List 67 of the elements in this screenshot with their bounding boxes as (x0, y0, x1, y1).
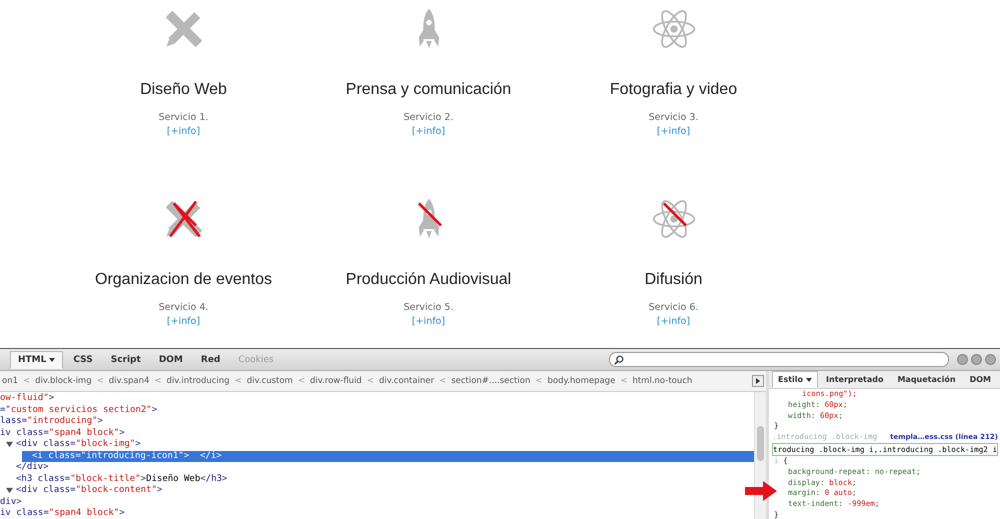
service-subtitle: Servicio 3. (648, 112, 698, 124)
panel-tab[interactable]: Maquetación (891, 371, 962, 388)
breadcrumb-item[interactable]: div.span4 (106, 376, 152, 386)
window-button[interactable] (957, 354, 968, 365)
breadcrumb-separator: < (438, 376, 448, 386)
breadcrumb-separator: < (619, 376, 628, 386)
info-link[interactable]: [+info] (656, 124, 690, 139)
breadcrumb-item[interactable]: div.block-img (33, 376, 94, 386)
breadcrumb-separator: < (366, 376, 375, 386)
panel-tab[interactable]: Estilo (772, 371, 818, 388)
breadcrumb-separator: < (296, 376, 306, 386)
breadcrumb-item[interactable]: on1 (0, 376, 20, 386)
panel-tab[interactable]: Red (192, 350, 228, 368)
code-line[interactable]: ow-fluid"> (0, 393, 54, 404)
code-line[interactable]: <div class="block-content"> (6, 485, 162, 496)
info-link[interactable]: [+info] (166, 124, 200, 139)
code-line[interactable]: iv class="span4 block"> (0, 508, 125, 519)
code-line[interactable]: iv class="span4 block"> (0, 428, 125, 439)
breadcrumb-item[interactable]: div.row-fluid (308, 376, 364, 386)
panel-tab[interactable]: CSS (65, 350, 101, 368)
service-subtitle: Servicio 6. (648, 302, 698, 314)
code-line[interactable]: div> (0, 496, 22, 508)
service-subtitle: Servicio 4. (158, 302, 208, 314)
code-line[interactable]: lass="introducing"> (0, 416, 103, 428)
toggle-icon[interactable] (6, 441, 13, 448)
breadcrumb-item[interactable]: section#....section (449, 376, 532, 386)
service-title: Prensa y comunicación (346, 80, 512, 100)
expand-button[interactable] (752, 375, 764, 387)
code-line[interactable]: </div> (6, 462, 49, 474)
breadcrumb-separator: < (234, 376, 243, 386)
breadcrumb-separator: < (534, 376, 544, 386)
panel-tab[interactable]: Interpretado (820, 371, 890, 388)
breadcrumb-item[interactable]: div.introducing (164, 376, 232, 386)
breadcrumb-separator: < (22, 376, 32, 386)
breadcrumb-item[interactable]: div.container (376, 376, 436, 386)
breadcrumb-separator: < (153, 376, 163, 386)
panel-tab[interactable]: Script (102, 350, 149, 368)
service-title: Producción Audiovisual (346, 270, 512, 290)
triangle-icon (755, 378, 761, 384)
service-subtitle: Servicio 5. (404, 302, 454, 314)
window-button[interactable] (985, 354, 996, 365)
pointer-arrow (745, 481, 777, 501)
info-link[interactable]: [+info] (166, 314, 200, 329)
panel-tab[interactable]: DOM (964, 371, 997, 388)
service-subtitle: Servicio 1. (158, 112, 208, 124)
service-title: Difusión (644, 270, 702, 290)
info-link[interactable]: [+info] (412, 314, 446, 329)
window-button[interactable] (971, 354, 982, 365)
service-subtitle: Servicio 2. (404, 112, 454, 124)
info-link[interactable]: [+info] (656, 314, 690, 329)
panel-tab[interactable]: HTML (10, 350, 64, 368)
search-icon (614, 354, 624, 364)
code-line[interactable]: <h3 class="block-title">Diseño Web</h3> (6, 474, 228, 485)
toggle-icon[interactable] (6, 487, 13, 494)
code-line[interactable]: <div class="block-img"> (6, 439, 141, 450)
breadcrumb-item[interactable]: div.custom (244, 376, 295, 386)
breadcrumb-item[interactable]: body.homepage (545, 376, 618, 386)
service-title: Organizacion de eventos (95, 270, 272, 290)
code-line[interactable]: ="custom servicios section2"> (0, 404, 158, 416)
breadcrumb-separator: < (96, 376, 105, 386)
panel-tab[interactable]: DOM (150, 350, 191, 368)
scrollbar-thumb[interactable] (757, 426, 764, 461)
service-title: Fotografia y video (610, 80, 738, 100)
search-field[interactable] (609, 352, 949, 367)
breadcrumb-item[interactable]: html.no-touch (630, 376, 694, 386)
info-link[interactable]: [+info] (412, 124, 446, 139)
service-title: Diseño Web (140, 80, 227, 100)
